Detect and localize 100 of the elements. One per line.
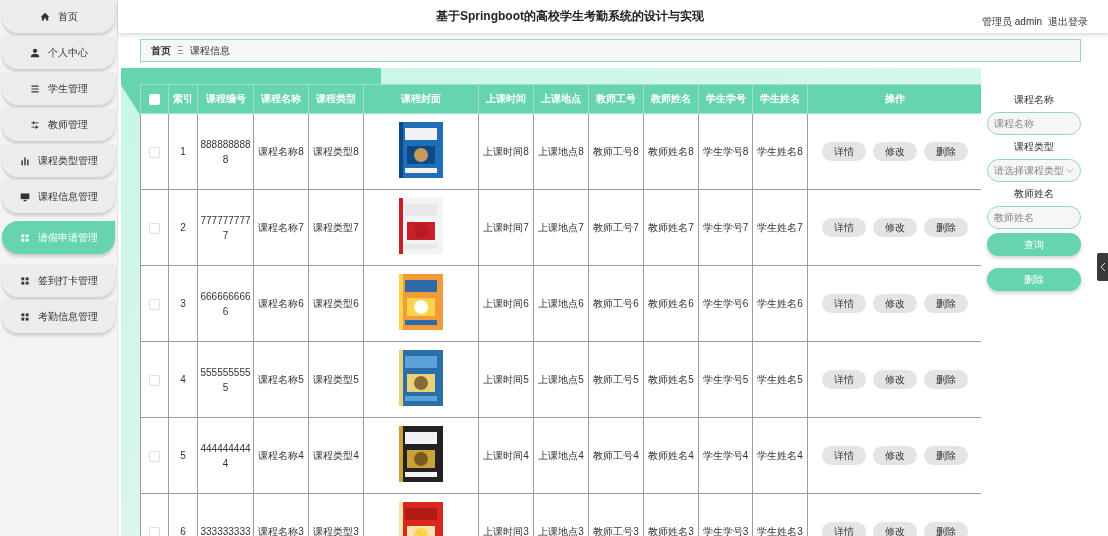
table-cell: 学生姓名4 [752,417,808,494]
details-button[interactable]: 详情 [821,370,866,389]
home-icon [39,11,50,22]
input-field[interactable]: 课程名称 [987,112,1081,135]
sidebar-item[interactable]: 课程信息管理 [2,180,115,213]
column-header: 课程封面 [363,84,479,114]
row-checkbox[interactable] [149,298,160,310]
edit-button[interactable]: 修改 [872,294,917,313]
table-cell: 4444444444 [197,417,254,494]
details-button[interactable]: 详情 [821,446,866,465]
row-checkbox[interactable] [149,146,160,158]
field-label: 教师姓名 [1014,187,1054,201]
table-cell: 教师工号8 [588,113,644,190]
edit-button[interactable]: 修改 [872,218,917,237]
delete-button[interactable]: 删除 [923,370,968,389]
table-cell: 教师工号7 [588,189,644,266]
column-header: 上课地点 [533,84,589,114]
table-cell: 4 [168,341,198,418]
table-cell: 学生学号7 [698,189,753,266]
table-cell: 上课地点5 [533,341,589,418]
field-label: 课程类型 [1014,140,1054,154]
table-cell: 5555555555 [197,341,254,418]
table-cell: 学生姓名5 [752,341,808,418]
column-header: 课程名称 [253,84,309,114]
table-cell: 学生学号5 [698,341,753,418]
table-cell: 课程类型8 [308,113,364,190]
table-cell: 学生学号6 [698,265,753,342]
row-checkbox[interactable] [149,526,160,536]
table-cell: 2 [168,189,198,266]
edit-button[interactable]: 修改 [872,370,917,389]
table-cell: 学生学号4 [698,417,753,494]
field-label: 课程名称 [1014,93,1054,107]
table-cell: 课程类型7 [308,189,364,266]
user-label: 管理员 admin [982,14,1042,29]
column-header: 索引 [168,84,198,114]
table-cell: 上课时间5 [478,341,534,418]
table-cell: 上课时间4 [478,417,534,494]
breadcrumb-current: 课程信息 [189,43,230,58]
table-cell: 教师姓名7 [643,189,699,266]
table-cell: 教师工号6 [588,265,644,342]
select-all-checkbox[interactable] [149,93,160,105]
table-cell: 上课时间7 [478,189,534,266]
table-cell: 学生姓名7 [752,189,808,266]
delete-button[interactable]: 删除 [923,294,968,313]
edit-button[interactable]: 修改 [872,446,917,465]
table-cell: 上课地点4 [533,417,589,494]
table-cell: 课程名称4 [253,417,309,494]
chevron-down-icon [1066,168,1074,173]
table-cell: 教师姓名5 [643,341,699,418]
row-checkbox[interactable] [149,450,160,462]
row-checkbox[interactable] [149,374,160,386]
table-cell: 上课地点6 [533,265,589,342]
table-cell: 学生姓名8 [752,113,808,190]
breadcrumb-link[interactable]: 首页 [151,43,171,58]
sidebar-item[interactable]: 签到打卡管理 [2,264,115,297]
grid-icon [19,275,30,286]
delete-button[interactable]: 删除 [923,218,968,237]
grid-icon [19,232,30,243]
column-header: 课程类型 [308,84,364,114]
table-cell: 7777777777 [197,189,254,266]
table-cell: 教师姓名8 [643,113,699,190]
table-cell: 1 [168,113,198,190]
table-cell: 3 [168,265,198,342]
sliders-icon [29,119,40,130]
grid-icon [19,311,30,322]
table-cell: 课程名称5 [253,341,309,418]
delete-button[interactable]: 删除 [923,142,968,161]
edit-button[interactable]: 修改 [872,142,917,161]
select-field[interactable]: 请选择课程类型 [987,159,1081,182]
table-cell: 教师工号5 [588,341,644,418]
sidebar-item[interactable]: 个人中心 [2,36,115,69]
collapse-handle-icon[interactable] [1097,253,1108,281]
person-icon [29,47,40,58]
table-cell: 课程名称8 [253,113,309,190]
details-button[interactable]: 详情 [821,294,866,313]
table-cell: 6666666666 [197,265,254,342]
monitor-icon [19,191,30,202]
details-button[interactable]: 详情 [821,142,866,161]
table-cell: 课程类型6 [308,265,364,342]
sidebar-item[interactable]: 课程类型管理 [2,144,115,177]
sidebar-item[interactable]: 首页 [2,0,115,33]
input-field[interactable]: 教师姓名 [987,206,1081,229]
sidebar-item[interactable]: 考勤信息管理 [2,300,115,333]
column-header: 学生学号 [698,84,753,114]
table-cell: 课程名称6 [253,265,309,342]
details-button[interactable]: 详情 [821,218,866,237]
table-cell: 课程类型4 [308,417,364,494]
logout-link[interactable]: 退出登录 [1048,14,1088,29]
details-button[interactable]: 详情 [821,522,866,536]
table-cell: 上课地点7 [533,189,589,266]
sidebar-item[interactable]: 学生管理 [2,72,115,105]
delete-button[interactable]: 删除 [923,522,968,536]
edit-button[interactable]: 修改 [872,522,917,536]
delete-button[interactable]: 删除 [923,446,968,465]
table-cell: 课程类型5 [308,341,364,418]
sidebar-item[interactable]: 教师管理 [2,108,115,141]
column-header: 教师姓名 [643,84,699,114]
table-cell: 学生姓名6 [752,265,808,342]
table-cell: 教师姓名4 [643,417,699,494]
row-checkbox[interactable] [149,222,160,234]
